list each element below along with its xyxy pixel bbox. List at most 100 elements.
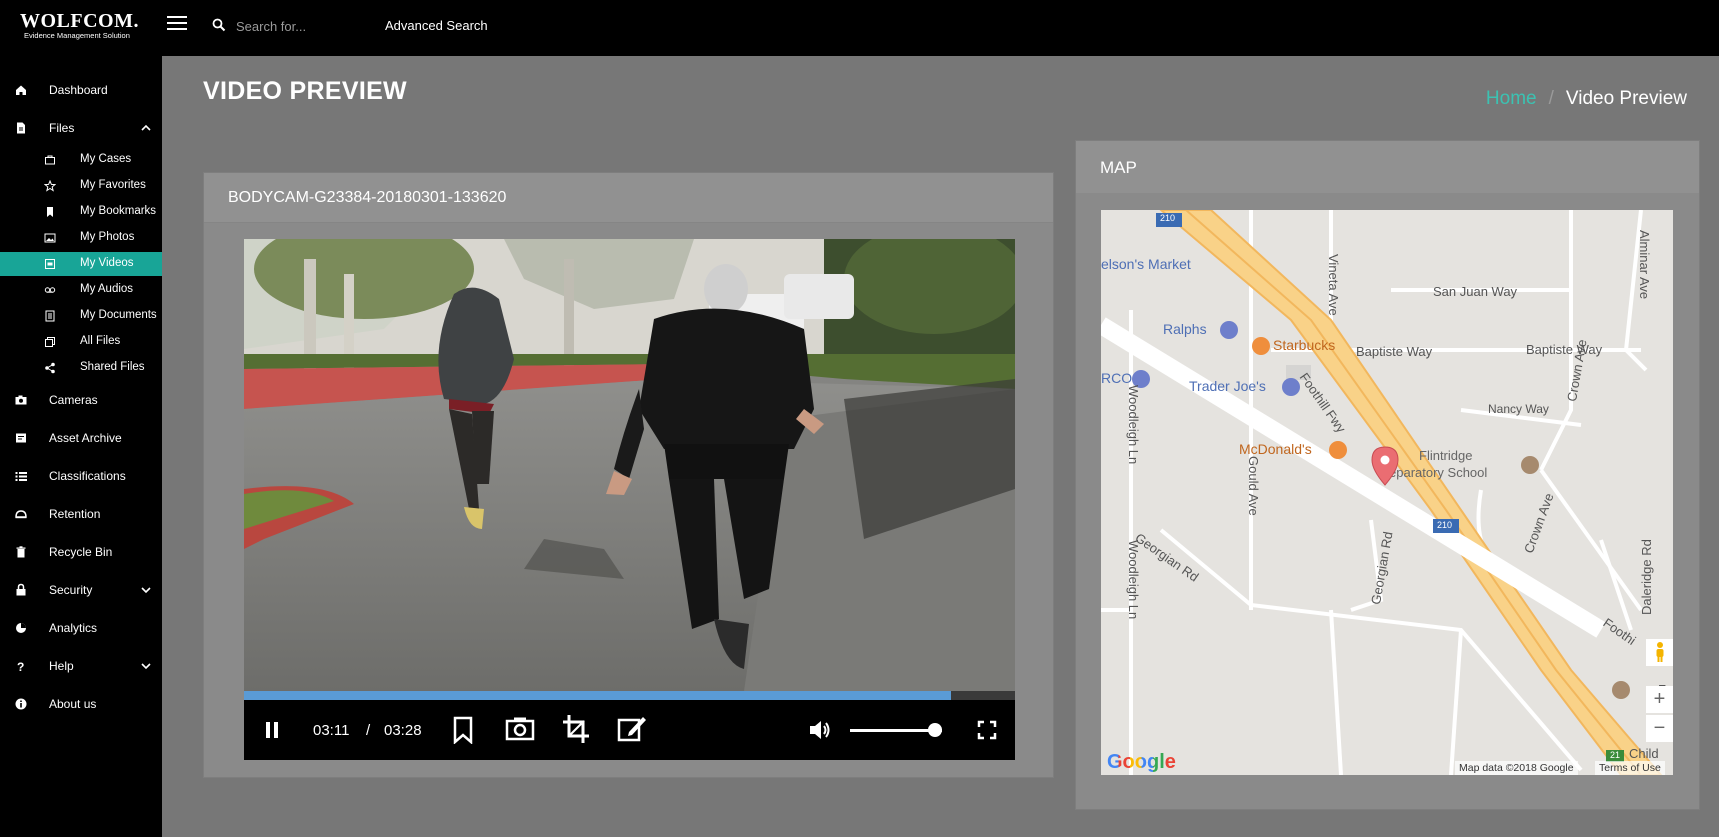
map-label: San Juan Way <box>1433 284 1518 299</box>
sidebar-item-cameras[interactable]: Cameras <box>0 387 162 413</box>
breadcrumb-home-link[interactable]: Home <box>1486 88 1537 110</box>
video-title: BODYCAM-G23384-20180301-133620 <box>228 189 507 206</box>
current-time: 03:11 <box>313 722 350 739</box>
sidebar-subitem-shared-files[interactable]: Shared Files <box>0 356 162 380</box>
location-pin-icon[interactable] <box>1371 446 1399 486</box>
fullscreen-icon[interactable] <box>977 720 997 740</box>
sidebar-subitem-label: My Favorites <box>80 179 146 191</box>
sidebar-item-asset-archive[interactable]: Asset Archive <box>0 425 162 451</box>
sidebar-item-label: Cameras <box>49 393 98 407</box>
sidebar-item-label: Asset Archive <box>49 431 122 445</box>
map-label: Nancy Way <box>1488 402 1549 416</box>
map-label: RCO <box>1101 370 1133 386</box>
google-logo: Google <box>1107 751 1176 774</box>
street-view-pegman-icon[interactable] <box>1646 639 1673 666</box>
sidebar-subitem-my-videos[interactable]: My Videos <box>0 252 162 276</box>
breadcrumb-current: Video Preview <box>1565 88 1687 109</box>
sidebar-item-dashboard[interactable]: Dashboard <box>0 77 162 103</box>
svg-text:?: ? <box>17 660 24 673</box>
annotate-edit-icon[interactable] <box>617 714 647 744</box>
file-icon <box>17 122 25 134</box>
sidebar-item-label: Dashboard <box>49 83 108 97</box>
logo-wordmark: WOLFCOM. <box>20 10 139 32</box>
map-label: Baptiste Way <box>1356 344 1433 359</box>
sidebar-subitem-my-favorites[interactable]: My Favorites <box>0 174 162 198</box>
zoom-in-button[interactable]: + <box>1646 686 1673 713</box>
sidebar-subitem-label: My Audios <box>80 283 134 295</box>
video-progress-bar[interactable] <box>244 691 1015 700</box>
breadcrumb-separator: / <box>1548 88 1554 109</box>
bookmark-icon[interactable] <box>452 716 474 744</box>
sidebar-item-recycle-bin[interactable]: Recycle Bin <box>0 539 162 565</box>
volume-slider-handle[interactable] <box>927 723 942 737</box>
sidebar-item-retention[interactable]: Retention <box>0 501 162 527</box>
map-title: MAP <box>1100 158 1137 177</box>
sidebar-item-classifications[interactable]: Classifications <box>0 463 162 489</box>
home-icon <box>16 85 26 95</box>
snapshot-icon[interactable] <box>505 716 535 742</box>
map-label: Daleridge Rd <box>1639 539 1654 615</box>
map-label: elson's Market <box>1101 256 1191 272</box>
sidebar-item-label: Analytics <box>49 621 98 635</box>
briefcase-icon <box>45 155 55 165</box>
sidebar-subitem-my-cases[interactable]: My Cases <box>0 148 162 172</box>
map-view[interactable]: elson's Market Ralphs Starbucks RCO Trad… <box>1101 210 1673 775</box>
sidebar-item-label: Security <box>49 583 93 597</box>
sidebar-subitem-my-photos[interactable]: My Photos <box>0 226 162 250</box>
sidebar-subitem-my-documents[interactable]: My Documents <box>0 304 162 328</box>
map-card: MAP elson's Market Ralphs Starbucks RCO … <box>1075 140 1700 810</box>
sidebar-subitem-label: Shared Files <box>80 361 145 373</box>
breadcrumb: Home / Video Preview <box>1486 88 1687 110</box>
document-icon <box>45 310 55 322</box>
page-title: VIDEO PREVIEW <box>203 77 407 105</box>
bookmark-icon <box>47 207 53 217</box>
map-label: McDonald's <box>1239 441 1312 457</box>
audio-icon <box>44 287 56 293</box>
video-frame[interactable] <box>244 239 1015 691</box>
crop-icon[interactable] <box>562 714 590 744</box>
map-label: Flintridge <box>1419 448 1473 463</box>
sidebar-item-security[interactable]: Security <box>0 577 162 603</box>
sidebar-item-about-us[interactable]: About us <box>0 691 162 717</box>
video-player[interactable]: 03:11 / 03:28 <box>244 239 1015 760</box>
sidebar-item-label: Classifications <box>49 469 126 483</box>
map-label: Woodleigh Ln <box>1126 540 1141 620</box>
map-label: Trader Joe's <box>1189 378 1266 394</box>
search-input[interactable] <box>236 15 366 37</box>
sidebar-subitem-all-files[interactable]: All Files <box>0 330 162 354</box>
sidebar-subitem-label: All Files <box>80 335 121 347</box>
trash-icon <box>16 546 26 558</box>
sidebar-subitem-my-bookmarks[interactable]: My Bookmarks <box>0 200 162 224</box>
map-label: Baptiste Way <box>1526 342 1603 357</box>
info-icon <box>15 698 27 710</box>
sidebar-item-analytics[interactable]: Analytics <box>0 615 162 641</box>
advanced-search-link[interactable]: Advanced Search <box>385 18 488 33</box>
route-shield-label: 21 <box>1610 750 1621 760</box>
video-card-header: BODYCAM-G23384-20180301-133620 <box>204 173 1053 223</box>
map-label: eparatory School <box>1389 465 1488 480</box>
volume-icon[interactable] <box>808 719 832 741</box>
sidebar-item-files[interactable]: Files <box>0 115 162 141</box>
volume-slider[interactable] <box>850 723 942 737</box>
route-shield-label: 210 <box>1160 213 1176 223</box>
map-label: Ralphs <box>1163 321 1207 337</box>
star-icon <box>44 180 56 192</box>
chevron-up-icon[interactable] <box>140 122 152 134</box>
sidebar-item-label: Files <box>49 121 75 135</box>
map-card-header: MAP <box>1076 141 1699 193</box>
map-roads <box>1101 210 1663 775</box>
wolfcom-logo[interactable]: WOLFCOM. Evidence Management Solution <box>20 11 145 41</box>
hamburger-menu-icon[interactable] <box>167 16 187 32</box>
pause-icon[interactable] <box>262 720 282 740</box>
sidebar-item-label: Help <box>49 659 74 673</box>
zoom-out-button[interactable]: − <box>1646 715 1673 742</box>
share-icon <box>45 362 55 374</box>
sidebar-item-help[interactable]: ? Help <box>0 653 162 679</box>
sidebar-subitem-my-audios[interactable]: My Audios <box>0 278 162 302</box>
video-card: BODYCAM-G23384-20180301-133620 03:11 / 0… <box>203 172 1054 778</box>
map-terms-link[interactable]: Terms of Use <box>1595 761 1665 775</box>
logo-tagline: Evidence Management Solution <box>24 31 130 40</box>
top-bar: WOLFCOM. Evidence Management Solution Ad… <box>0 0 1719 56</box>
chevron-down-icon[interactable] <box>140 584 152 596</box>
chevron-down-icon[interactable] <box>140 660 152 672</box>
